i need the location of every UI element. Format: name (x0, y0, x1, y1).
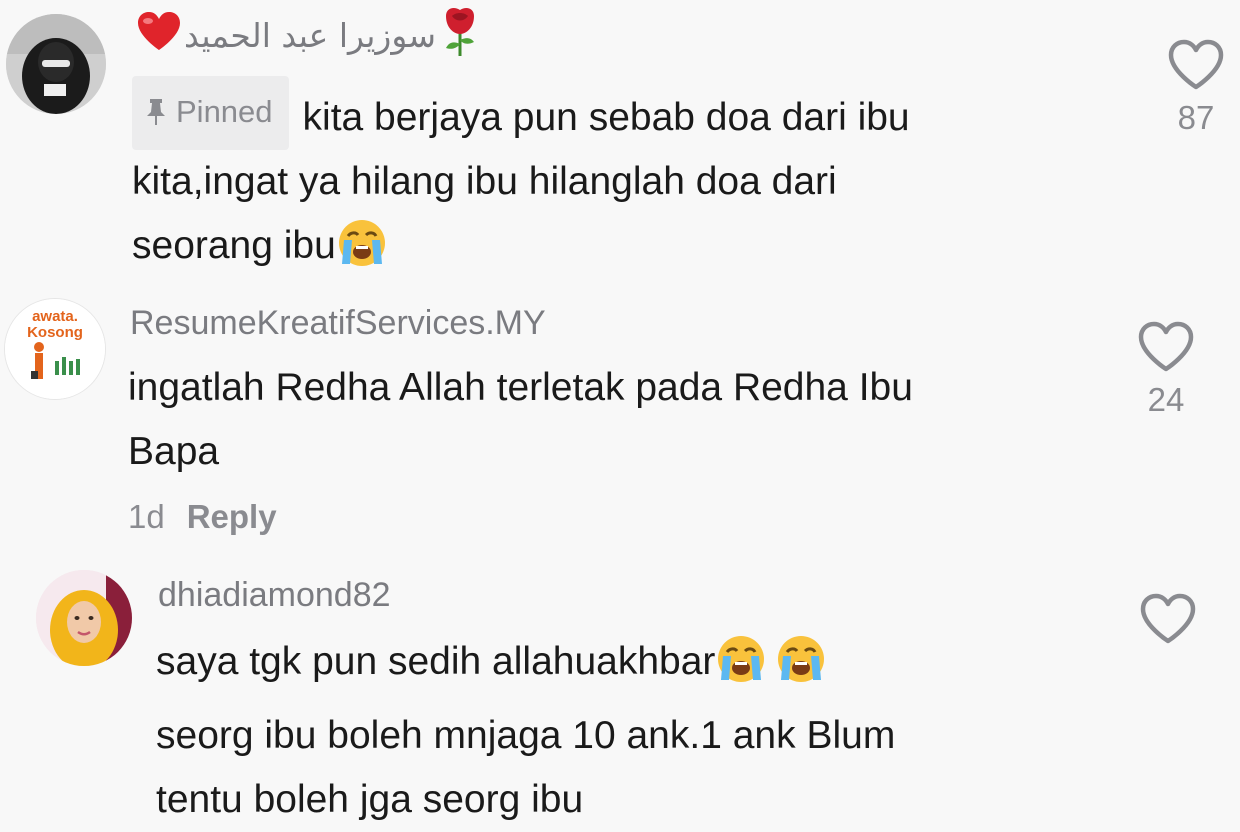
comment-username[interactable]: ResumeKreatifServices.MY (130, 304, 546, 343)
comment-line: kita,ingat ya hilang ibu hilanglah doa d… (132, 160, 837, 203)
like-count: 24 (1147, 381, 1185, 418)
avatar-logo-text: awata. (32, 308, 78, 325)
crying-face-icon (336, 218, 388, 288)
comment-line: seorg ibu boleh mnjaga 10 ank.1 ank Blum (156, 714, 896, 757)
like-button[interactable]: 24 (1128, 320, 1204, 419)
crying-face-icon (715, 634, 767, 704)
comment-time: 1d (128, 498, 165, 535)
comment-line: Bapa (128, 430, 220, 473)
comment-line: Pinned kita berjaya pun sebab doa dari i… (132, 76, 1132, 150)
red-heart-icon (136, 10, 182, 61)
like-button[interactable]: 87 (1158, 38, 1234, 137)
avatar[interactable] (36, 570, 132, 666)
avatar-logo-text: Kosong (27, 324, 83, 341)
pinned-badge: Pinned (132, 76, 289, 150)
comment-meta: 1d Reply (128, 498, 277, 536)
comment-line: ingatlah Redha Allah terletak pada Redha… (128, 366, 913, 409)
like-count: 87 (1177, 99, 1215, 136)
comment-text: ingatlah Redha Allah terletak pada Redha… (128, 356, 1128, 484)
reply-text: saya tgk pun sedih allahuakhbar seorg ib… (156, 630, 1156, 832)
heart-icon (1168, 39, 1224, 90)
comment-username[interactable]: سوزيرا عبد الحميد (136, 7, 482, 61)
rose-icon (438, 4, 482, 67)
pin-icon (147, 99, 165, 125)
comment-line: tentu boleh jga seorg ibu (156, 778, 584, 821)
avatar[interactable]: awata. Kosong (4, 298, 106, 400)
comment-line: saya tgk pun sedih allahuakhbar (156, 630, 1156, 704)
crying-face-icon (775, 634, 827, 704)
reply-username[interactable]: dhiadiamond82 (158, 576, 391, 615)
reply-button[interactable]: Reply (187, 498, 277, 535)
avatar[interactable] (6, 14, 106, 114)
heart-icon (1138, 321, 1194, 372)
comment-line-text: saya tgk pun sedih allahuakhbar (156, 640, 716, 683)
like-button[interactable] (1130, 592, 1206, 651)
comment-line-text: kita berjaya pun sebab doa dari ibu (302, 96, 910, 139)
comment-line: seorang ibu (132, 214, 1132, 288)
comment-text: Pinned kita berjaya pun sebab doa dari i… (132, 76, 1132, 288)
heart-icon (1140, 593, 1196, 644)
comment-line-text: seorang ibu (132, 224, 336, 267)
